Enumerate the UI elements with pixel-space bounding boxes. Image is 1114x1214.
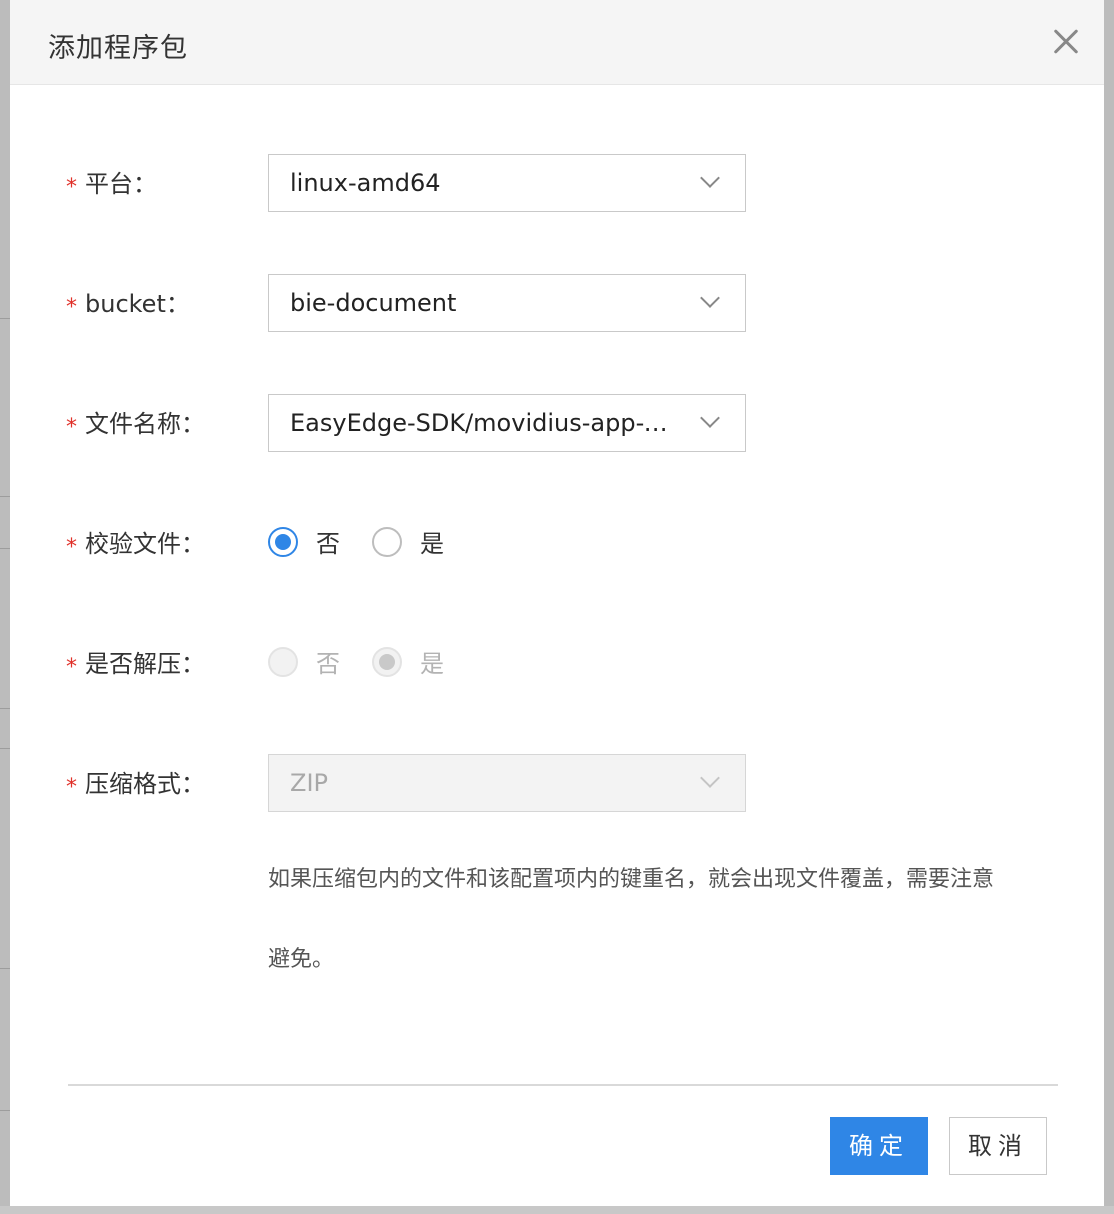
confirm-button[interactable]: 确定 (830, 1117, 928, 1175)
backdrop-divider (0, 496, 10, 497)
filename-select[interactable]: EasyEdge-SDK/movidius-app-v2... (268, 394, 746, 452)
compress-format-label: * 压缩格式： (66, 770, 205, 800)
chevron-down-icon (700, 168, 720, 188)
decompress-row: * 是否解压： 否 是 (10, 634, 1104, 694)
backdrop-divider (0, 968, 10, 969)
decompress-label: * 是否解压： (66, 650, 205, 680)
platform-row: * 平台： linux-amd64 (10, 154, 1104, 214)
verify-file-label: * 校验文件： (66, 530, 205, 560)
close-icon[interactable] (1048, 24, 1084, 60)
dialog-title: 添加程序包 (48, 33, 188, 64)
backdrop-divider (0, 1110, 10, 1111)
compress-format-select-value: ZIP (290, 769, 328, 797)
overwrite-warning-note: 如果压缩包内的文件和该配置项内的键重名，就会出现文件覆盖，需要注意避免。 (268, 867, 995, 972)
bucket-row: * bucket： bie-document (10, 274, 1104, 334)
chevron-down-icon (700, 408, 720, 428)
platform-select-value: linux-amd64 (290, 169, 441, 197)
compress-format-select: ZIP (268, 754, 746, 812)
required-mark: * (66, 535, 77, 560)
decompress-no-label: 否 (316, 650, 340, 678)
footer-divider (68, 1084, 1058, 1086)
chevron-down-icon (700, 288, 720, 308)
chevron-down-icon (700, 768, 720, 788)
required-mark: * (66, 295, 77, 320)
backdrop-divider (0, 548, 10, 549)
required-mark: * (66, 415, 77, 440)
backdrop-footer (0, 1206, 1114, 1214)
decompress-yes-label: 是 (420, 650, 444, 678)
decompress-no-radio (268, 647, 298, 677)
backdrop-divider (0, 318, 10, 319)
bucket-label: * bucket： (66, 290, 190, 320)
required-mark: * (66, 775, 77, 800)
filename-row: * 文件名称： EasyEdge-SDK/movidius-app-v2... (10, 394, 1104, 454)
bucket-select[interactable]: bie-document (268, 274, 746, 332)
verify-file-yes-radio[interactable] (372, 527, 402, 557)
verify-file-no-radio[interactable] (268, 527, 298, 557)
filename-select-value: EasyEdge-SDK/movidius-app-v2... (290, 409, 675, 437)
dialog-header: 添加程序包 (10, 0, 1104, 85)
filename-label: * 文件名称： (66, 410, 205, 440)
platform-label: * 平台： (66, 170, 157, 200)
add-package-dialog: 添加程序包 * 平台： linux-amd64 * bucket： bie-docu… (10, 0, 1104, 1206)
verify-file-row: * 校验文件： 否 是 (10, 514, 1104, 574)
verify-file-no-label[interactable]: 否 (316, 514, 340, 574)
decompress-yes-radio (372, 647, 402, 677)
cancel-button[interactable]: 取消 (949, 1117, 1047, 1175)
compress-format-row: * 压缩格式： ZIP (10, 754, 1104, 814)
backdrop-divider (0, 748, 10, 749)
required-mark: * (66, 655, 77, 680)
backdrop-divider (0, 708, 10, 709)
verify-file-yes-label[interactable]: 是 (420, 514, 444, 574)
required-mark: * (66, 175, 77, 200)
platform-select[interactable]: linux-amd64 (268, 154, 746, 212)
bucket-select-value: bie-document (290, 289, 457, 317)
